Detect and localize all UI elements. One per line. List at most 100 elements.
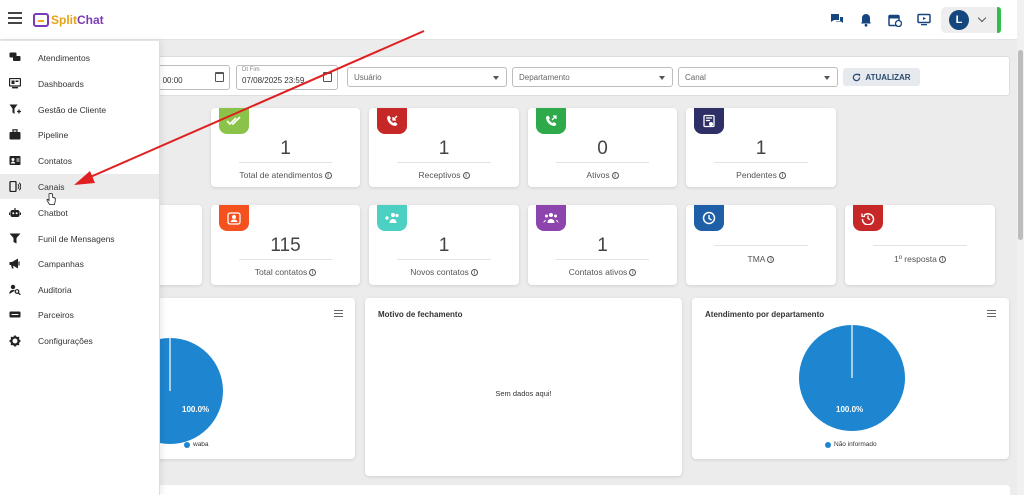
sidebar-item-label: Chatbot — [38, 207, 68, 218]
dropdown-arrow-icon — [659, 76, 665, 80]
user-menu-button[interactable]: L — [941, 7, 1001, 33]
stat-label: TMA i — [686, 254, 836, 264]
hamburger-menu-icon[interactable] — [8, 12, 22, 26]
chart-card-motivo-fechamento: Motivo de fechamento Sem dados aqui! — [365, 298, 682, 476]
sidebar-item-chatbot[interactable]: Chatbot — [0, 200, 159, 225]
stat-value: 0 — [597, 138, 608, 159]
pie-chart — [799, 325, 905, 431]
sidebar-item-atendimentos[interactable]: Atendimentos — [0, 45, 159, 70]
sidebar-item-label: Gestão de Cliente — [38, 104, 107, 115]
chart-menu-icon[interactable] — [987, 310, 996, 317]
sidebar-item-label: Funil de Mensagens — [38, 233, 115, 244]
stat-value: 1 — [438, 138, 450, 159]
chart-legend[interactable]: Não informado — [825, 441, 877, 448]
stat-label: Ativos i — [528, 170, 677, 180]
chart-menu-icon[interactable] — [334, 310, 343, 317]
stat-card-ativos: 0 Ativos i — [528, 108, 677, 187]
contact-card-icon — [9, 155, 21, 166]
phone-channel-icon — [9, 181, 21, 192]
sidebar-item-label: Canais — [38, 181, 65, 192]
stat-label: Receptivos i — [369, 170, 519, 180]
channel-select[interactable]: Canal — [678, 67, 838, 87]
info-icon[interactable]: i — [938, 256, 946, 264]
outgoing-call-icon — [536, 108, 566, 134]
stat-card-tma: TMA i — [686, 205, 836, 285]
sidebar-item-canais[interactable]: Canais — [0, 174, 159, 199]
info-icon[interactable]: i — [324, 172, 332, 180]
gear-icon — [9, 335, 21, 346]
update-button[interactable]: ATUALIZAR — [843, 68, 920, 86]
stat-card-total-contatos: 115 Total contatos i — [211, 205, 360, 285]
info-icon[interactable]: i — [611, 172, 619, 180]
bottom-card — [150, 485, 1010, 495]
info-icon[interactable]: i — [462, 172, 470, 180]
sidebar-item-pipeline[interactable]: Pipeline — [0, 122, 159, 147]
sidebar-item-configuracoes[interactable]: Configurações — [0, 328, 159, 353]
dropdown-arrow-icon — [493, 76, 499, 80]
stat-card-pendentes: 1 Pendentes i — [686, 108, 836, 187]
chat-icon[interactable] — [828, 11, 845, 28]
scrollbar-thumb[interactable] — [1018, 50, 1023, 240]
chart-card-canal: 100.0% waba — [117, 298, 355, 459]
sidebar: Atendimentos Dashboards Gestão de Client… — [0, 41, 160, 495]
chart-legend[interactable]: waba — [184, 441, 209, 448]
history-clock-icon — [853, 205, 883, 231]
sidebar-item-campanhas[interactable]: Campanhas — [0, 251, 159, 276]
sidebar-item-dashboards[interactable]: Dashboards — [0, 71, 159, 96]
calendar-icon[interactable] — [215, 72, 224, 82]
stat-value: 1 — [597, 235, 608, 256]
app-logo[interactable]: SplitChat — [33, 10, 104, 30]
sidebar-item-label: Auditoria — [38, 284, 72, 295]
tv-icon[interactable] — [915, 11, 932, 28]
stat-value: 115 — [270, 235, 301, 256]
filter-plus-icon — [9, 104, 21, 115]
add-users-icon — [377, 205, 407, 231]
incoming-call-icon — [377, 108, 407, 134]
briefcase-icon — [9, 129, 21, 140]
sidebar-item-label: Dashboards — [38, 78, 84, 89]
info-icon[interactable]: i — [309, 269, 317, 277]
sidebar-item-gestao-cliente[interactable]: Gestão de Cliente — [0, 97, 159, 122]
dropdown-arrow-icon — [824, 76, 830, 80]
legend-label: Não informado — [834, 441, 877, 448]
end-date-field[interactable]: Dt Fim 07/08/2025 23:59 — [236, 65, 338, 90]
double-check-icon — [219, 108, 249, 134]
user-select[interactable]: Usuário — [347, 67, 507, 87]
clock-icon — [694, 205, 724, 231]
dashboard-icon — [9, 78, 21, 89]
sidebar-item-funil-mensagens[interactable]: Funil de Mensagens — [0, 226, 159, 251]
info-icon[interactable]: i — [767, 256, 775, 264]
info-icon[interactable]: i — [470, 269, 478, 277]
group-icon — [536, 205, 566, 231]
megaphone-icon — [9, 258, 21, 269]
refresh-icon — [853, 73, 861, 81]
calendar-icon[interactable] — [323, 72, 332, 82]
channel-select-placeholder: Canal — [685, 73, 706, 82]
chevron-down-icon — [977, 13, 987, 23]
stat-card-total-atendimentos: 1 Total de atendimentos i — [211, 108, 360, 187]
info-icon[interactable]: i — [629, 269, 637, 277]
department-select[interactable]: Departamento — [512, 67, 673, 87]
stat-label: Novos contatos i — [369, 267, 519, 277]
calendar-clock-icon[interactable] — [886, 11, 903, 28]
stat-label: Total de atendimentos i — [211, 170, 360, 180]
sidebar-item-contatos[interactable]: Contatos — [0, 148, 159, 173]
top-bar: SplitChat L — [0, 0, 1017, 40]
sidebar-item-auditoria[interactable]: Auditoria — [0, 277, 159, 302]
sidebar-item-label: Configurações — [38, 335, 93, 346]
sidebar-item-parceiros[interactable]: Parceiros — [0, 302, 159, 327]
department-select-placeholder: Departamento — [519, 73, 570, 82]
stat-card-contatos-ativos: 1 Contatos ativos i — [528, 205, 677, 285]
chat-bubbles-icon — [9, 52, 21, 63]
user-search-icon — [9, 284, 21, 295]
bell-icon[interactable] — [857, 11, 874, 28]
scrollbar[interactable] — [1017, 0, 1024, 495]
stat-label: Contatos ativos i — [528, 267, 677, 277]
pie-percentage-label: 100.0% — [182, 405, 210, 414]
sidebar-item-label: Contatos — [38, 155, 73, 166]
handshake-icon — [9, 309, 21, 320]
logo-text-chat: Chat — [77, 13, 104, 27]
stat-card-receptivos: 1 Receptivos i — [369, 108, 519, 187]
info-icon[interactable]: i — [778, 172, 786, 180]
logo-text-split: Split — [51, 13, 77, 27]
